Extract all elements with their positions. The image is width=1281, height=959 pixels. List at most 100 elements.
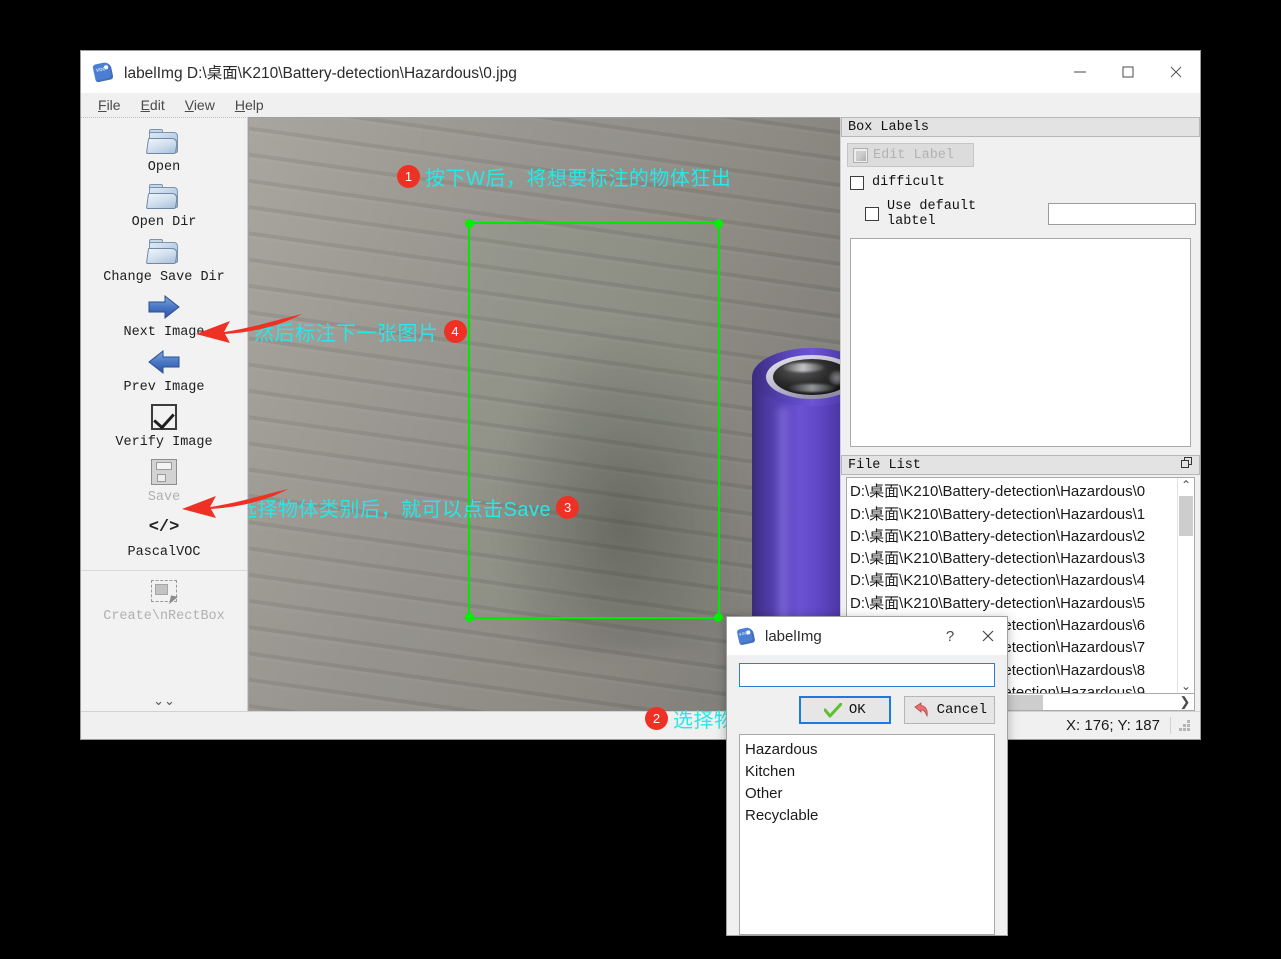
bbox-handle-top-left[interactable] (465, 219, 474, 228)
file-list-item[interactable]: D:\桌面\K210\Battery-detection\Hazardous\4 (850, 570, 1177, 592)
checkmark-icon (823, 702, 842, 717)
undo-arrow-icon (913, 702, 928, 718)
menu-view-mnemonic: V (184, 97, 194, 113)
scroll-right-icon[interactable]: ❯ (1176, 694, 1194, 710)
scroll-up-icon[interactable]: ⌃ (1181, 478, 1191, 492)
dialog-controls: ? (931, 617, 1007, 655)
file-list-title-text: File List (848, 457, 921, 473)
toolbar-item-create-rectbox[interactable]: Create\nRectBox (81, 573, 247, 628)
red-arrow-next-image (196, 314, 302, 343)
cursor-coordinates: X: 176; Y: 187 (1066, 717, 1171, 734)
menu-help-rest: elp (244, 97, 264, 113)
arrow-left-icon (147, 347, 181, 377)
create-rectbox-icon (151, 576, 178, 606)
folder-icon (145, 237, 181, 267)
annotation-3-badge: 3 (556, 496, 580, 519)
file-list-vertical-scrollbar[interactable]: ⌃ ⌄ (1177, 478, 1194, 693)
file-list-item[interactable]: D:\桌面\K210\Battery-detection\Hazardous\1 (850, 504, 1177, 526)
label-option-kitchen[interactable]: Kitchen (745, 761, 994, 783)
default-label-input[interactable] (1047, 203, 1196, 226)
edit-pencil-icon (853, 147, 868, 163)
toolbar-overflow-icon[interactable]: ⌄⌄ (153, 694, 175, 707)
maximize-button[interactable] (1104, 51, 1152, 93)
minimize-button[interactable] (1056, 51, 1104, 93)
toolbar-label-open-dir: Open Dir (131, 215, 197, 230)
annotation-2-badge: 2 (645, 707, 668, 730)
toolbar-item-open-dir[interactable]: Open Dir (81, 179, 247, 234)
dialog-button-row: OK Cancel (739, 696, 995, 724)
floppy-disk-icon (151, 457, 177, 487)
edit-label-text: Edit Label (873, 147, 955, 163)
use-default-label-row[interactable]: Use default labtel (865, 199, 1196, 229)
edit-label-button[interactable]: Edit Label (847, 143, 974, 168)
menu-file[interactable]: File (89, 95, 130, 115)
dialog-app-icon: voc (736, 626, 757, 646)
file-list-item[interactable]: D:\桌面\K210\Battery-detection\Hazardous\3 (850, 548, 1177, 570)
window-title: labelImg D:\桌面\K210\Battery-detection\Ha… (124, 65, 517, 82)
bbox-handle-top-right[interactable] (714, 219, 723, 228)
menu-edit[interactable]: Edit (132, 95, 174, 115)
use-default-label-checkbox[interactable] (865, 207, 879, 222)
dialog-help-button[interactable]: ? (931, 617, 969, 655)
cancel-button-label: Cancel (936, 702, 987, 718)
menu-bar: File Edit View Help (81, 93, 1200, 117)
dialog-title-bar: voc labelImg ? (727, 617, 1007, 655)
file-list-item[interactable]: D:\桌面\K210\Battery-detection\Hazardous\0 (850, 481, 1177, 503)
file-list-item[interactable]: D:\桌面\K210\Battery-detection\Hazardous\5 (850, 593, 1177, 615)
label-dialog: voc labelImg ? OK Cancel Hazardous Kitch… (726, 616, 1008, 936)
toolbar-item-verify-image[interactable]: Verify Image (81, 399, 247, 454)
window-controls (1056, 51, 1200, 93)
menu-view-rest: iew (193, 97, 215, 113)
toolbar-item-open[interactable]: Open (81, 124, 247, 179)
bbox-handle-bottom-left[interactable] (465, 613, 474, 622)
label-text-input[interactable] (739, 663, 995, 687)
box-labels-panel: Edit Label difficult Use default labtel (841, 137, 1200, 448)
label-option-hazardous[interactable]: Hazardous (745, 739, 994, 761)
menu-help-mnemonic: H (234, 97, 245, 113)
use-default-label-text: Use default labtel (887, 199, 977, 230)
ok-button[interactable]: OK (799, 696, 891, 724)
toolbar-separator (81, 570, 247, 571)
file-list-panel-title: File List (841, 455, 1200, 476)
labels-list[interactable] (850, 238, 1191, 448)
toolbar-label-pascalvoc: PascalVOC (127, 545, 201, 560)
menu-file-mnemonic: F (98, 97, 107, 113)
annotation-1-text: 按下W后，将想要标注的物体狂出 (425, 168, 732, 190)
toolbar-label-create-rectbox: Create\nRectBox (103, 609, 225, 624)
code-tag-icon: </> (148, 517, 180, 537)
difficult-label: difficult (872, 175, 945, 191)
toolbar-label-prev-image: Prev Image (123, 380, 205, 395)
label-option-recyclable[interactable]: Recyclable (745, 805, 994, 827)
menu-help[interactable]: Help (226, 95, 273, 115)
menu-view[interactable]: View (176, 95, 224, 115)
box-labels-panel-title: Box Labels (841, 117, 1200, 138)
annotation-1-badge: 1 (397, 165, 420, 188)
cancel-button[interactable]: Cancel (903, 696, 995, 724)
arrow-right-icon (147, 292, 181, 322)
float-window-icon[interactable] (1181, 456, 1193, 474)
dialog-body: OK Cancel Hazardous Kitchen Other Recycl… (727, 655, 1007, 935)
difficult-checkbox[interactable] (850, 175, 864, 190)
toolbar-item-change-save-dir[interactable]: Change Save Dir (81, 234, 247, 289)
close-button[interactable] (1152, 51, 1200, 93)
bbox-handle-bottom-right[interactable] (714, 613, 723, 622)
difficult-checkbox-row[interactable]: difficult (850, 175, 1196, 190)
annotation-3-text: 选择物体类别后，就可以点击Save (248, 499, 552, 521)
label-option-other[interactable]: Other (745, 783, 994, 805)
folder-icon (145, 127, 181, 157)
dialog-close-button[interactable] (969, 617, 1007, 655)
label-options-list[interactable]: Hazardous Kitchen Other Recyclable (739, 734, 995, 935)
main-body: Open Open Dir Change Save Dir Next Image… (81, 117, 1200, 711)
labelimg-main-window: voc labelImg D:\桌面\K210\Battery-detectio… (80, 50, 1201, 740)
vertical-scroll-thumb[interactable] (1179, 496, 1193, 537)
toolbar-label-change-save-dir: Change Save Dir (103, 270, 225, 285)
toolbar-label-open: Open (147, 160, 181, 175)
file-list-item[interactable]: D:\桌面\K210\Battery-detection\Hazardous\2 (850, 526, 1177, 548)
bounding-box[interactable] (465, 219, 723, 622)
toolbar-item-prev-image[interactable]: Prev Image (81, 344, 247, 399)
screenshot-stage: voc labelImg D:\桌面\K210\Battery-detectio… (0, 0, 1281, 959)
scroll-down-icon[interactable]: ⌄ (1181, 679, 1191, 693)
resize-grip-icon[interactable] (1178, 719, 1192, 733)
toolbar-label-verify-image: Verify Image (115, 435, 213, 450)
menu-file-rest: ile (106, 97, 121, 113)
